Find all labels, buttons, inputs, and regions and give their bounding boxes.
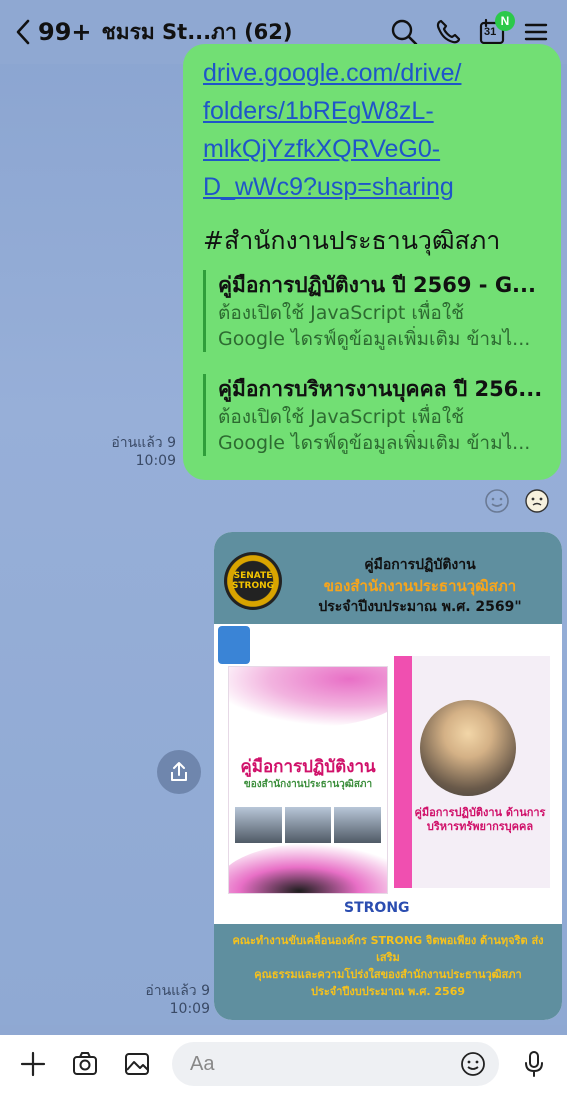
microphone-icon [525, 1051, 543, 1077]
camera-icon [73, 1052, 97, 1075]
footer-line: คุณธรรมและความโปร่งใสของสำนักงานประธานวุ… [254, 968, 522, 981]
share-button[interactable] [157, 750, 201, 794]
camera-button[interactable] [68, 1047, 102, 1081]
link-line: D_wWc9?usp=sharing [203, 173, 454, 201]
plus-icon [20, 1051, 46, 1077]
new-badge: N [495, 11, 515, 31]
calendar-day: 31 [484, 26, 497, 38]
hashtag[interactable]: #สำนักงานประธานวุฒิสภา [203, 224, 543, 258]
drive-link[interactable]: drive.google.com/drive/ folders/1bREgW8z… [203, 54, 543, 206]
link-line: folders/1bREgW8zL- [203, 97, 434, 125]
card-header: SENATE STRONG คู่มือการปฏิบัติงาน ของสำน… [214, 532, 562, 624]
manual-cover-1: คู่มือการปฏิบัติงาน ของสำนักงานประธานวุฒ… [228, 666, 388, 894]
link-preview[interactable]: คู่มือการปฏิบัติงาน ปี 2569 - G... ต้องเ… [203, 270, 543, 352]
read-label: อ่านแล้ว 9 [111, 435, 176, 451]
link-preview[interactable]: คู่มือการบริหารงานบุคคล ปี 256... ต้องเป… [203, 374, 543, 456]
read-receipt: อ่านแล้ว 9 10:09 [100, 982, 210, 1018]
preview-title: คู่มือการบริหารงานบุคคล ปี 256... [218, 377, 543, 401]
link-line: drive.google.com/drive/ [203, 59, 462, 87]
preview-desc: Google ไดรฟ์ดูข้อมูลเพิ่มเติม ข้ามไ... [218, 328, 531, 350]
footer-line: คณะทำงานขับเคลื่อนองค์กร STRONG จิตพอเพี… [232, 934, 544, 964]
sticker-reaction-icon[interactable] [524, 488, 550, 514]
card-footer: คณะทำงานขับเคลื่อนองค์กร STRONG จิตพอเพี… [214, 924, 562, 1020]
chevron-left-icon [16, 19, 30, 45]
cover-title: คู่มือการปฏิบัติงาน [240, 757, 376, 777]
add-button[interactable] [16, 1047, 50, 1081]
senate-strong-logo: SENATE STRONG [224, 552, 282, 610]
strong-logo: STRONG [344, 900, 410, 916]
voice-button[interactable] [517, 1047, 551, 1081]
message-time: 10:09 [169, 1001, 210, 1017]
image-icon [125, 1053, 149, 1075]
add-reaction-icon[interactable] [484, 488, 510, 514]
message-input[interactable]: Aa [172, 1042, 499, 1086]
card-title: คู่มือการปฏิบัติงาน [364, 557, 476, 573]
read-label: อ่านแล้ว 9 [145, 983, 210, 999]
message-bubble[interactable]: drive.google.com/drive/ folders/1bREgW8z… [183, 44, 561, 480]
link-line: mlkQjYzfkXQRVeG0- [203, 135, 441, 163]
back-button[interactable]: 99+ [14, 18, 92, 46]
cover-subtitle: ของสำนักงานประธานวุฒิสภา [243, 779, 373, 790]
read-receipt: อ่านแล้ว 9 10:09 [96, 434, 176, 470]
user-manual-icon [218, 626, 250, 664]
hamburger-menu-icon [524, 23, 548, 41]
card-body: คู่มือการปฏิบัติงาน ของสำนักงานประธานวุฒ… [214, 624, 562, 924]
gallery-button[interactable] [120, 1047, 154, 1081]
preview-title: คู่มือการปฏิบัติงาน ปี 2569 - G... [218, 273, 536, 297]
search-icon [391, 19, 418, 46]
building-photo [420, 700, 516, 796]
phone-icon [436, 19, 461, 44]
cover-title: คู่มือการปฏิบัติงาน ด้านการบริหารทรัพยาก… [414, 806, 546, 833]
reactions [484, 488, 550, 514]
card-subtitle: ของสำนักงานประธานวุฒิสภา [323, 577, 517, 595]
unread-count: 99+ [38, 18, 92, 46]
message-input-wrap: Aa [172, 1042, 499, 1086]
preview-desc: ต้องเปิดใช้ JavaScript เพื่อใช้ [218, 302, 465, 324]
message-time: 10:09 [135, 453, 176, 469]
share-icon [171, 762, 187, 781]
card-year: ประจำปีงบประมาณ พ.ศ. 2569" [318, 599, 522, 615]
manual-cover-2: คู่มือการปฏิบัติงาน ด้านการบริหารทรัพยาก… [394, 656, 550, 888]
cover-photos [235, 807, 382, 843]
composer-bar: Aa [0, 1035, 567, 1093]
footer-line: ประจำปีงบประมาณ พ.ศ. 2569 [310, 985, 466, 998]
preview-desc: ต้องเปิดใช้ JavaScript เพื่อใช้ [218, 406, 465, 428]
image-message[interactable]: SENATE STRONG คู่มือการปฏิบัติงาน ของสำน… [214, 532, 562, 1020]
preview-desc: Google ไดรฟ์ดูข้อมูลเพิ่มเติม ข้ามไ... [218, 432, 531, 454]
emoji-icon[interactable] [459, 1050, 487, 1078]
